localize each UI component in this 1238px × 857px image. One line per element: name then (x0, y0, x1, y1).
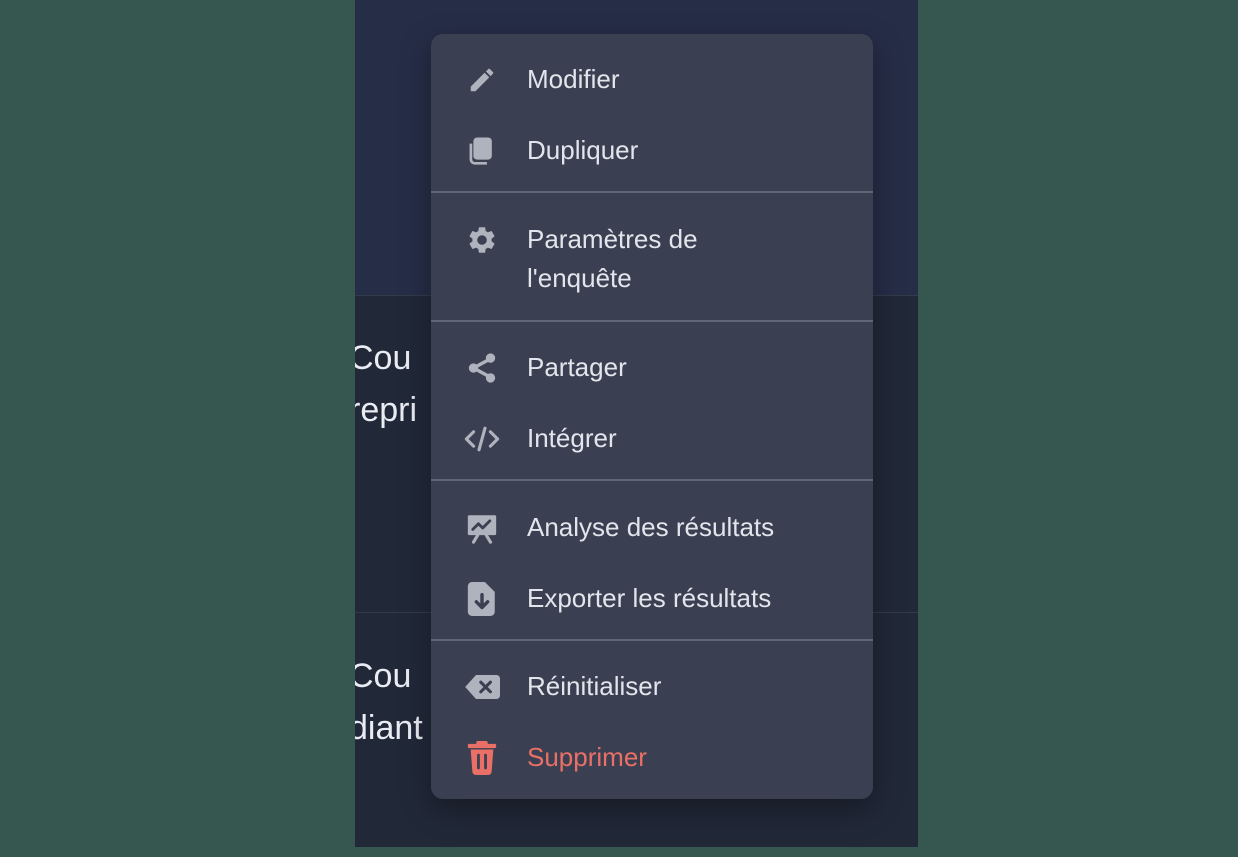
menu-item-dupliquer[interactable]: Dupliquer (431, 131, 873, 171)
menu-item-label: Paramètres de l'enquête (527, 224, 698, 293)
menu-item-label: Analyse des résultats (527, 512, 775, 542)
menu-item-label: Réinitialiser (527, 671, 662, 701)
menu-item-integrer[interactable]: Intégrer (431, 419, 873, 459)
survey-title: Cou repri (355, 339, 418, 429)
menu-item-label: Dupliquer (527, 135, 639, 165)
trash-icon (464, 740, 500, 776)
menu-divider (431, 479, 873, 481)
survey-title: Cou diant (355, 657, 423, 747)
file-download-icon (464, 581, 500, 617)
menu-item-modifier[interactable]: Modifier (431, 60, 873, 100)
menu-item-label: Intégrer (527, 423, 617, 453)
menu-item-partager[interactable]: Partager (431, 348, 873, 388)
pencil-icon (464, 62, 500, 98)
menu-divider (431, 639, 873, 641)
menu-item-analyse[interactable]: Analyse des résultats (431, 508, 873, 548)
copy-icon (464, 133, 500, 169)
code-icon (464, 421, 500, 457)
menu-item-reinitialiser[interactable]: Réinitialiser (431, 667, 873, 707)
menu-item-parametres[interactable]: Paramètres de l'enquête (431, 220, 873, 300)
menu-item-supprimer[interactable]: Supprimer (431, 738, 873, 778)
menu-item-label: Supprimer (527, 742, 647, 772)
share-icon (464, 350, 500, 386)
menu-item-exporter[interactable]: Exporter les résultats (431, 579, 873, 619)
menu-divider (431, 191, 873, 193)
menu-item-label: Partager (527, 352, 627, 382)
presentation-chart-icon (464, 510, 500, 546)
backspace-icon (464, 669, 500, 705)
context-menu: Modifier Dupliquer Paramètres de l'enquê… (431, 34, 873, 799)
gear-icon (464, 222, 500, 258)
menu-item-label: Exporter les résultats (527, 583, 772, 613)
menu-item-label: Modifier (527, 64, 620, 94)
survey-title: blissements scolaires / (355, 0, 691, 14)
menu-divider (431, 320, 873, 322)
